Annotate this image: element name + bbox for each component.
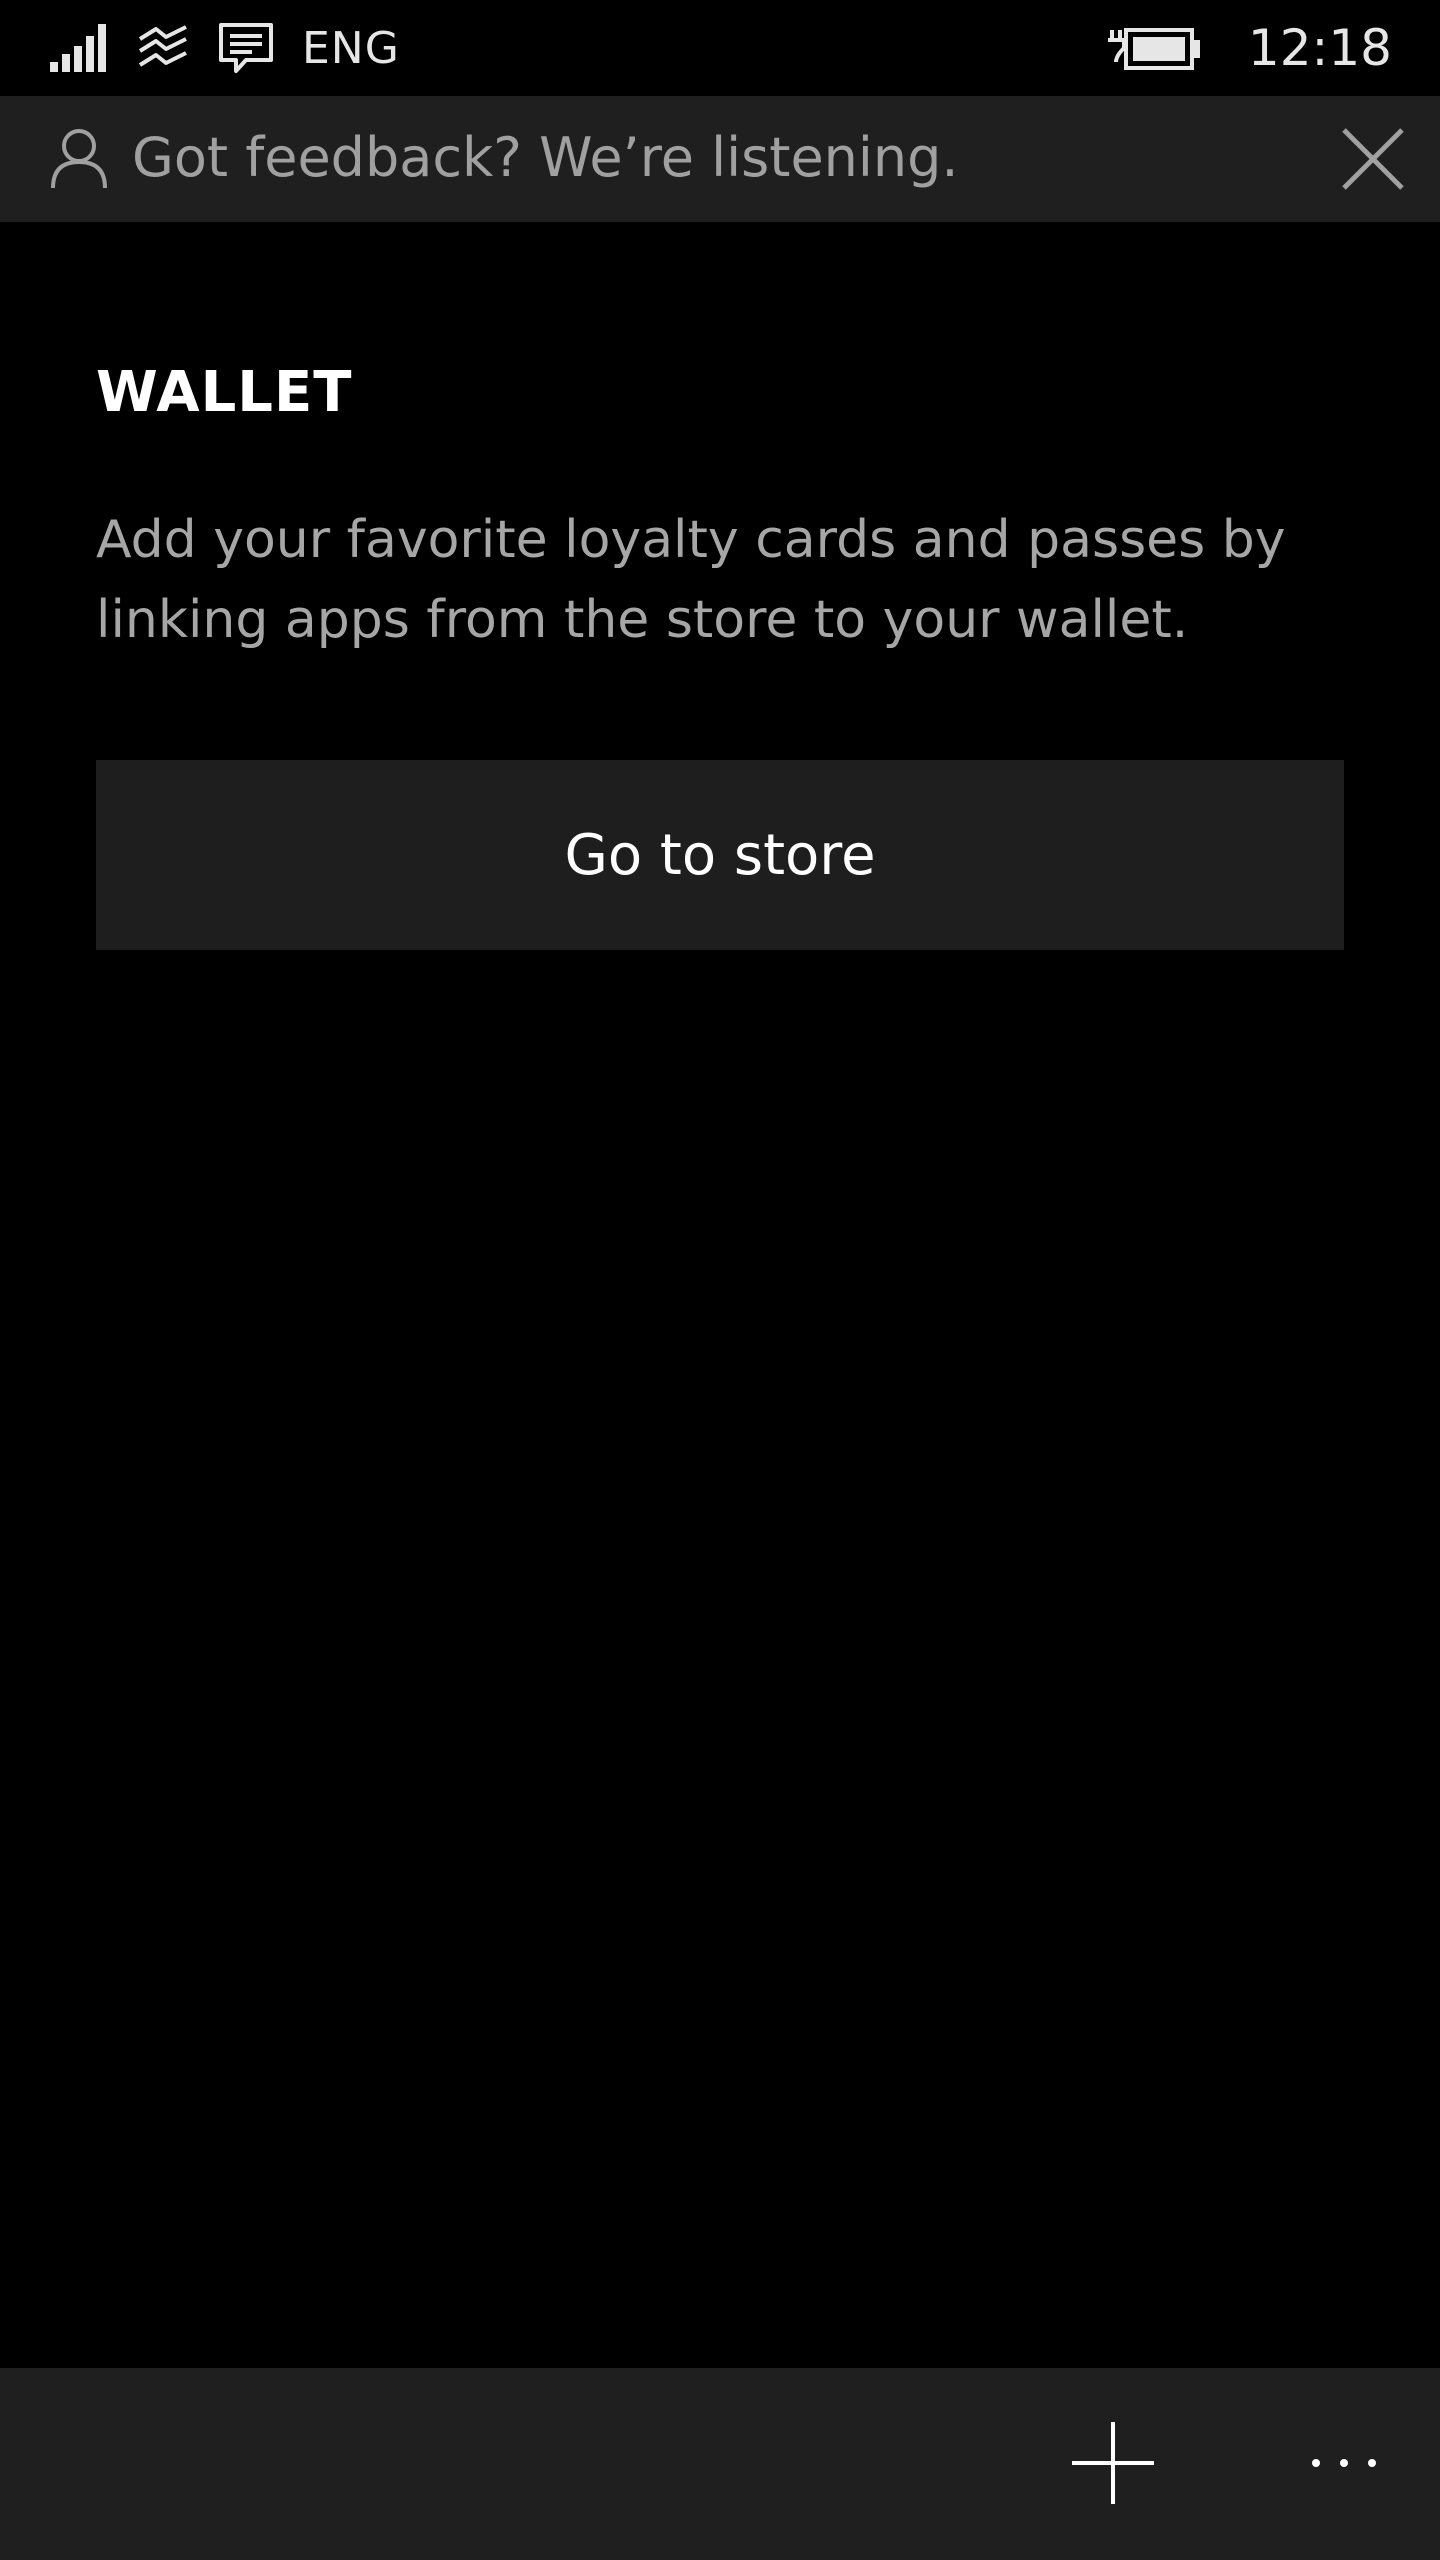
more-icon[interactable] bbox=[1308, 2438, 1380, 2488]
app-bar bbox=[0, 2368, 1440, 2560]
feedback-banner[interactable]: Got feedback? We’re listening. bbox=[0, 96, 1440, 222]
feedback-message[interactable]: Got feedback? We’re listening. bbox=[132, 126, 959, 189]
go-to-store-button[interactable]: Go to store bbox=[96, 760, 1344, 950]
message-icon bbox=[218, 22, 274, 74]
wallet-description: Add your favorite loyalty cards and pass… bbox=[96, 510, 1286, 650]
page-title: WALLET bbox=[96, 360, 353, 425]
clock: 12:18 bbox=[1247, 19, 1392, 77]
wifi-icon bbox=[136, 25, 190, 71]
person-icon bbox=[50, 128, 108, 190]
status-bar-left: ENG bbox=[50, 18, 400, 78]
status-bar: ENG 12:18 bbox=[0, 0, 1440, 96]
status-bar-right: 12:18 bbox=[1107, 18, 1392, 78]
wallet-screen: ENG 12:18 Got feedback? We’re listening. bbox=[0, 0, 1440, 2560]
signal-strength-icon bbox=[50, 24, 108, 72]
add-icon[interactable] bbox=[1068, 2418, 1158, 2508]
battery-charging-icon bbox=[1107, 22, 1202, 74]
language-indicator: ENG bbox=[302, 22, 400, 74]
close-icon[interactable] bbox=[1340, 126, 1406, 192]
